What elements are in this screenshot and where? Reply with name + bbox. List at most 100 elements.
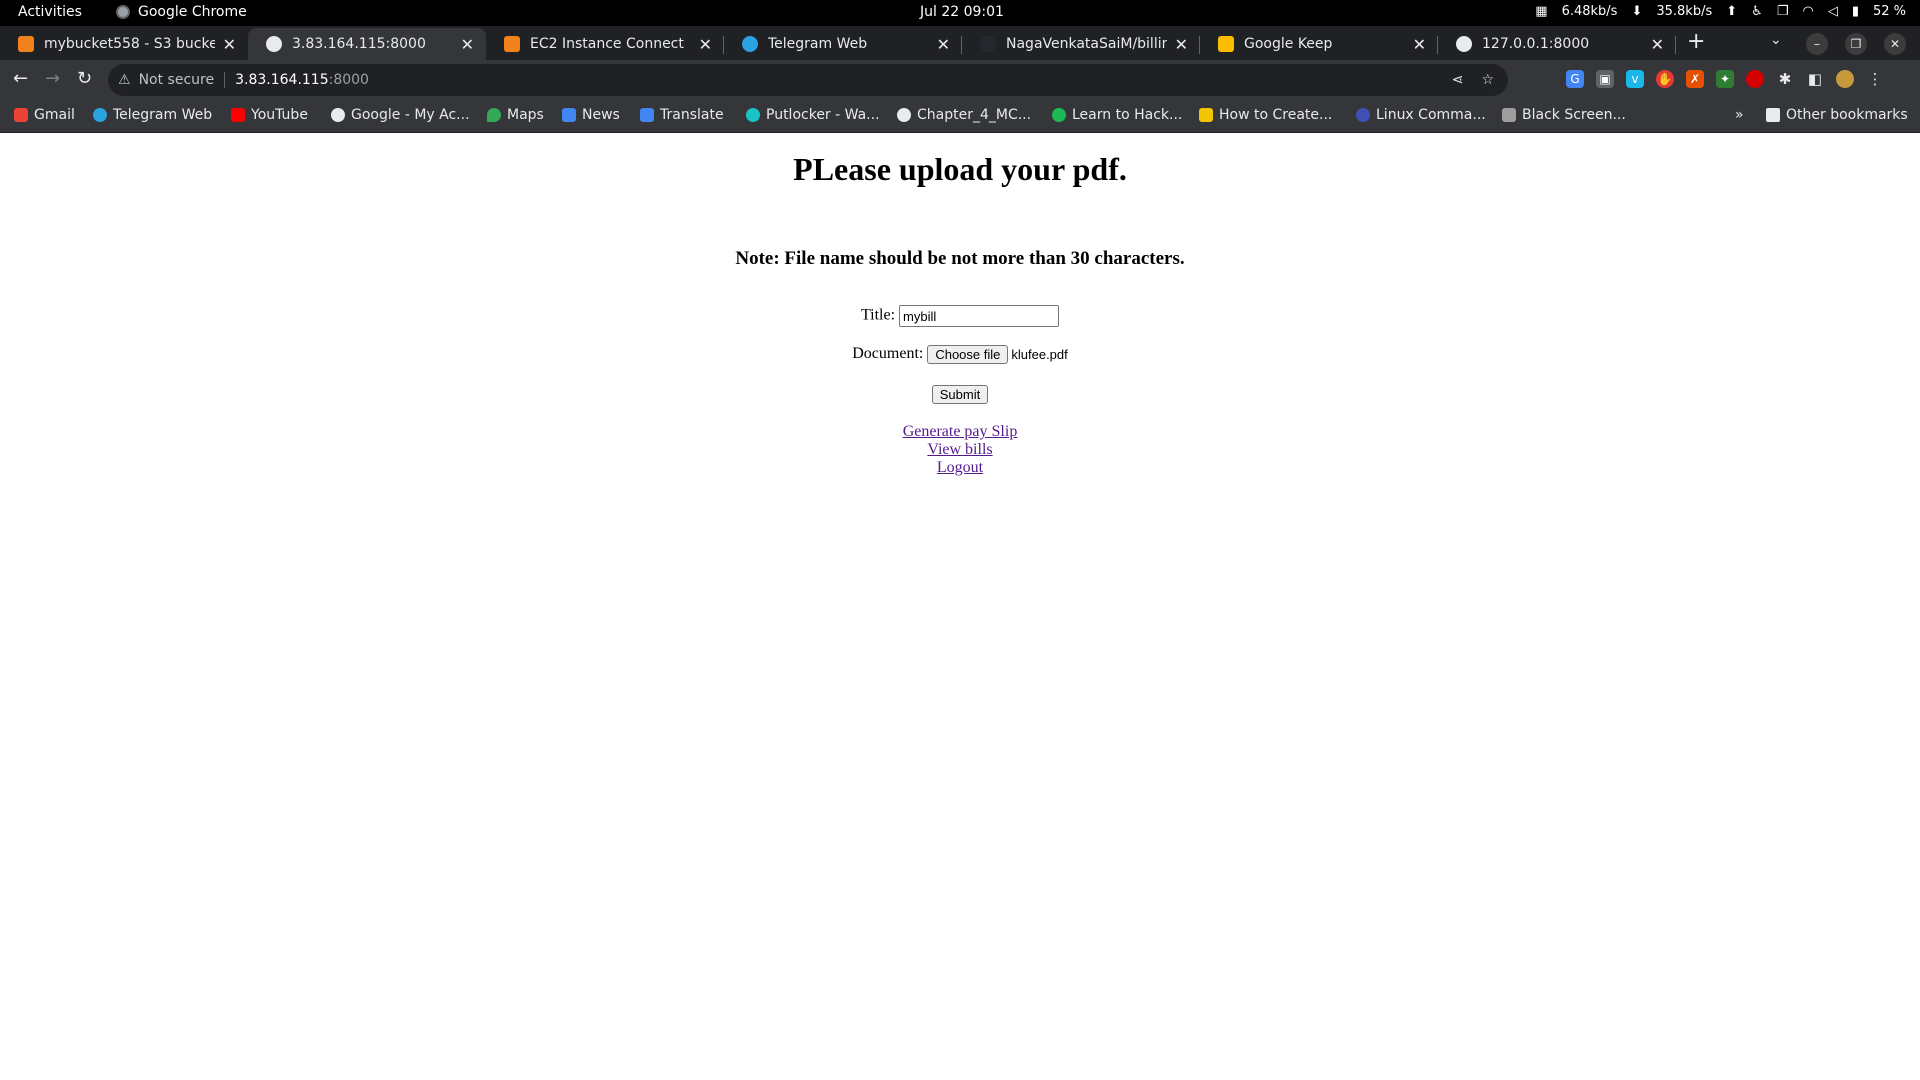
tab-active-site[interactable]: 3.83.164.115:8000 ✕: [248, 28, 486, 60]
app-menu[interactable]: Google Chrome: [116, 4, 247, 20]
tab-label: NagaVenkataSaiM/billing: [1006, 36, 1167, 52]
tab-github[interactable]: NagaVenkataSaiM/billing ✕: [962, 28, 1200, 60]
youtube-icon: [231, 108, 245, 122]
tab-telegram[interactable]: Telegram Web ✕: [724, 28, 962, 60]
bookmark-black-screen[interactable]: Black Screen...: [1502, 107, 1626, 123]
battery-level: 52 %: [1872, 4, 1906, 19]
close-window-icon[interactable]: ✕: [1884, 33, 1906, 55]
bookmark-gmail[interactable]: Gmail: [14, 107, 75, 123]
close-icon[interactable]: ✕: [699, 35, 712, 54]
system-tray[interactable]: ▦ 6.48kb/s ⬇ 35.8kb/s ⬆ ♿ ❐ ◠ ◁ ▮ 52 %: [1535, 4, 1906, 19]
adblock-ext-icon[interactable]: ✋: [1656, 70, 1674, 88]
tab-label: EC2 Instance Connect: [530, 36, 684, 52]
warning-icon[interactable]: ⚠: [118, 72, 131, 88]
minimize-icon[interactable]: –: [1806, 33, 1828, 55]
tab-label: Google Keep: [1244, 36, 1333, 52]
vimeo-ext-icon[interactable]: v: [1626, 70, 1644, 88]
logout-link[interactable]: Logout: [0, 459, 1920, 477]
bookmark-linux-commands[interactable]: Linux Comma...: [1356, 107, 1486, 123]
close-icon[interactable]: ✕: [1175, 35, 1188, 54]
screen-cast-icon: ❐: [1776, 4, 1789, 19]
star-icon[interactable]: ☆: [1481, 72, 1494, 88]
screenshot-ext-icon[interactable]: ▣: [1596, 70, 1614, 88]
telegram-icon: [742, 36, 758, 52]
bookmark-learn-to-hack[interactable]: Learn to Hack...: [1052, 107, 1182, 123]
extensions-area: G ▣ v ✋ ✗ ✦ ✱ ◧ ⋮: [1566, 70, 1884, 88]
submit-button[interactable]: Submit: [931, 385, 989, 404]
puzzle-icon[interactable]: ✱: [1776, 70, 1794, 88]
clock[interactable]: Jul 22 09:01: [920, 4, 1004, 20]
bookmark-label: YouTube: [251, 107, 308, 123]
new-tab-button[interactable]: +: [1687, 29, 1705, 54]
ext-green-icon[interactable]: ✦: [1716, 70, 1734, 88]
bookmark-how-to-create[interactable]: How to Create...: [1199, 107, 1332, 123]
tab-strip: mybucket558 - S3 bucket ✕ 3.83.164.115:8…: [0, 26, 1920, 60]
side-panel-icon[interactable]: ◧: [1806, 70, 1824, 88]
menu-kebab-icon[interactable]: ⋮: [1866, 70, 1884, 88]
vuejs-icon: [1052, 108, 1066, 122]
title-label: Title:: [860, 306, 896, 324]
close-icon[interactable]: ✕: [1651, 35, 1664, 54]
bookmark-google-account[interactable]: Google - My Ac...: [331, 107, 470, 123]
document-label: Document:: [852, 345, 924, 363]
k-icon: [1199, 108, 1213, 122]
activities-button[interactable]: Activities: [18, 4, 82, 20]
profile-avatar[interactable]: [1836, 70, 1854, 88]
accessibility-icon: ♿: [1751, 4, 1763, 19]
bookmarks-overflow-icon[interactable]: »: [1735, 107, 1744, 123]
translate-ext-icon[interactable]: G: [1566, 70, 1584, 88]
bookmark-youtube[interactable]: YouTube: [231, 107, 308, 123]
bookmark-label: Putlocker - Wa...: [766, 107, 880, 123]
google-icon: [331, 108, 345, 122]
title-input[interactable]: [899, 305, 1060, 327]
bookmark-label: Translate: [660, 107, 724, 123]
bookmark-putlocker[interactable]: Putlocker - Wa...: [746, 107, 880, 123]
battery-icon: ▮: [1851, 4, 1859, 19]
tab-google-keep[interactable]: Google Keep ✕: [1200, 28, 1438, 60]
bookmark-telegram[interactable]: Telegram Web: [93, 107, 212, 123]
bookmark-translate[interactable]: Translate: [640, 107, 724, 123]
close-icon[interactable]: ✕: [937, 35, 950, 54]
bookmark-maps[interactable]: Maps: [487, 107, 544, 123]
omnibox-actions: ⋖ ☆: [1452, 72, 1494, 88]
close-icon[interactable]: ✕: [461, 35, 474, 54]
bookmark-chapter4[interactable]: Chapter_4_MC...: [897, 107, 1031, 123]
forward-icon[interactable]: →: [45, 68, 60, 89]
bookmark-label: News: [582, 107, 620, 123]
address-bar[interactable]: ⚠ Not secure 3.83.164.115:8000 ⋖ ☆: [108, 64, 1508, 96]
globe-icon: [1456, 36, 1472, 52]
github-icon: [980, 36, 996, 52]
black-screen-icon: [1502, 108, 1516, 122]
submit-row: Submit: [0, 385, 1920, 404]
bookmark-label: Black Screen...: [1522, 107, 1626, 123]
record-ext-icon[interactable]: [1746, 70, 1764, 88]
translate-icon: [640, 108, 654, 122]
filename-note: Note: File name should be not more than …: [735, 248, 1185, 269]
other-bookmarks-label: Other bookmarks: [1786, 107, 1908, 123]
share-icon[interactable]: ⋖: [1452, 72, 1464, 88]
security-label[interactable]: Not secure: [139, 72, 215, 88]
view-bills-link[interactable]: View bills: [0, 441, 1920, 459]
reload-icon[interactable]: ↻: [77, 68, 92, 89]
other-bookmarks[interactable]: Other bookmarks: [1766, 107, 1908, 123]
tab-search-chevron-icon[interactable]: ⌄: [1770, 32, 1782, 48]
chrome-icon: [116, 5, 130, 19]
generate-pay-slip-link[interactable]: Generate pay Slip: [0, 423, 1920, 441]
browser-toolbar: ← → ↻ ⚠ Not secure 3.83.164.115:8000 ⋖ ☆…: [0, 60, 1920, 100]
tab-s3-bucket[interactable]: mybucket558 - S3 bucket ✕: [0, 28, 248, 60]
back-icon[interactable]: ←: [13, 68, 28, 89]
globe-icon: [266, 36, 282, 52]
restore-icon[interactable]: ❐: [1845, 33, 1867, 55]
grid-icon: ▦: [1535, 4, 1548, 19]
tab-localhost[interactable]: 127.0.0.1:8000 ✕: [1438, 28, 1676, 60]
bookmark-news[interactable]: News: [562, 107, 620, 123]
choose-file-button[interactable]: Choose file: [927, 345, 1009, 364]
tab-ec2-connect[interactable]: EC2 Instance Connect ✕: [486, 28, 724, 60]
close-icon[interactable]: ✕: [223, 35, 236, 54]
close-icon[interactable]: ✕: [1413, 35, 1426, 54]
tab-label: 127.0.0.1:8000: [1482, 36, 1590, 52]
wifi-icon: ◠: [1802, 4, 1814, 19]
os-top-bar: Activities Google Chrome Jul 22 09:01 ▦ …: [0, 0, 1920, 26]
maps-icon: [487, 108, 501, 122]
ext-orange-icon[interactable]: ✗: [1686, 70, 1704, 88]
